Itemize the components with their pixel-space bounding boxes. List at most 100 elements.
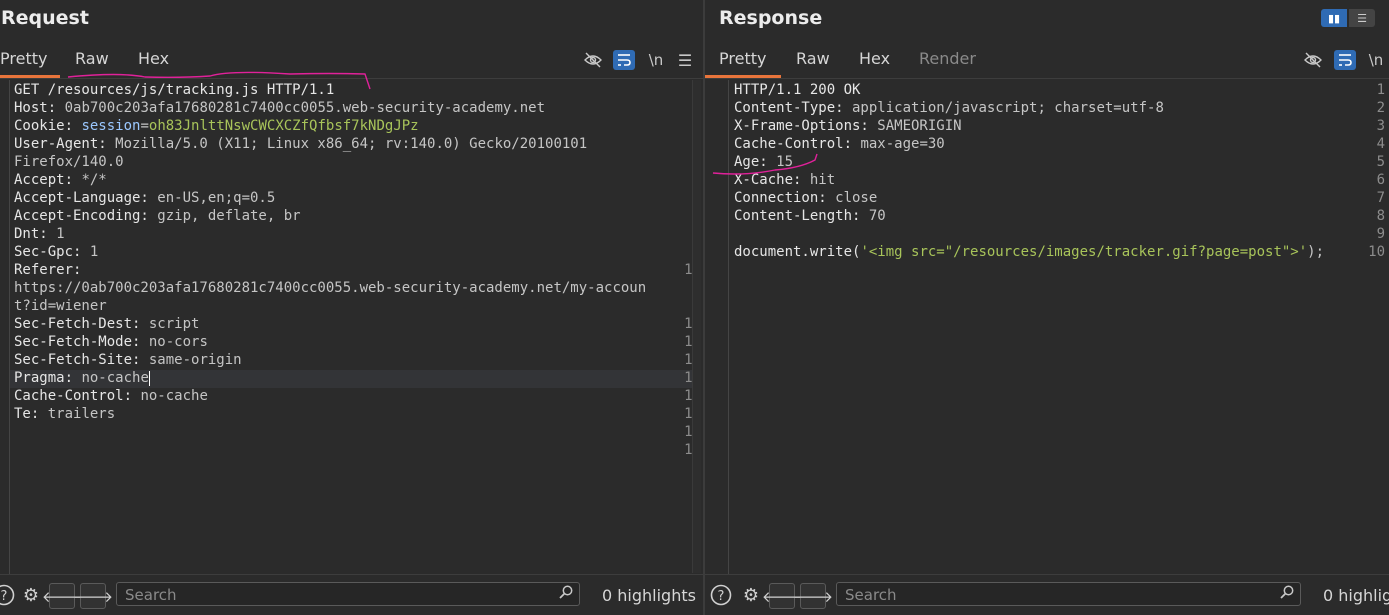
request-tab-hex[interactable]: Hex xyxy=(138,49,169,78)
header-value: no-cache xyxy=(132,388,208,404)
header-name: User-Agent: xyxy=(14,136,107,152)
layout-toggle[interactable]: ▮▮ ☰ xyxy=(1321,9,1377,29)
code-line[interactable]: Cache-Control: max-age=30 xyxy=(734,136,945,152)
header-name: HTTP/1.1 200 OK xyxy=(734,82,861,98)
wrap-lines-icon[interactable] xyxy=(613,50,635,70)
menu-icon[interactable]: ☰ xyxy=(674,50,696,70)
settings-gear-icon[interactable]: ⚙ xyxy=(739,583,763,607)
hide-nonprintable-eye-icon[interactable] xyxy=(1302,50,1324,70)
code-line[interactable]: Sec-Fetch-Dest: script xyxy=(14,316,199,332)
code-line[interactable]: X-Frame-Options: SAMEORIGIN xyxy=(734,118,962,134)
code-line[interactable]: Cookie: session=oh83JnlttNswCWCXCZfQfbsf… xyxy=(14,118,419,134)
header-value: */* xyxy=(73,172,107,188)
request-editor[interactable]: 1GET /resources/js/tracking.js HTTP/1.12… xyxy=(0,80,703,575)
text-cursor xyxy=(148,370,150,386)
code-line[interactable]: Connection: close xyxy=(734,190,877,206)
code-line[interactable]: Sec-Fetch-Site: same-origin xyxy=(14,352,242,368)
header-name: Age: xyxy=(734,154,768,170)
code-line[interactable]: Host: 0ab700c203afa17680281c7400cc0055.w… xyxy=(14,100,545,116)
request-search-field[interactable] xyxy=(116,582,580,606)
code-line[interactable]: Cache-Control: no-cache xyxy=(14,388,208,404)
help-icon[interactable]: ? xyxy=(0,583,16,607)
request-search-bar: ? ⚙ 🡐 🡒 0 highlights xyxy=(0,574,703,615)
header-value: no-cors xyxy=(140,334,208,350)
request-search-input[interactable] xyxy=(123,585,520,605)
code-line[interactable]: GET /resources/js/tracking.js HTTP/1.1 xyxy=(14,82,334,98)
wrap-lines-icon[interactable] xyxy=(1334,50,1356,70)
code-line[interactable]: Sec-Fetch-Mode: no-cors xyxy=(14,334,208,350)
request-title: Request xyxy=(1,7,89,29)
header-value: no-cache xyxy=(73,370,149,386)
header-value: en-US,en;q=0.5 xyxy=(148,190,276,206)
code-line[interactable]: Content-Type: application/javascript; ch… xyxy=(734,100,1164,116)
request-scrollbar[interactable] xyxy=(692,80,701,573)
code-line[interactable]: Age: 15 xyxy=(734,154,793,170)
code-line[interactable]: HTTP/1.1 200 OK xyxy=(734,82,860,98)
header-name: X-Cache: xyxy=(734,172,802,188)
code-line[interactable]: https://0ab700c203afa17680281c7400cc0055… xyxy=(14,280,646,296)
code-line[interactable]: Firefox/140.0 xyxy=(14,154,124,170)
search-icon xyxy=(559,585,573,603)
search-icon xyxy=(1280,585,1294,603)
code-line[interactable]: t?id=wiener xyxy=(14,298,107,314)
header-name: GET /resources/js/tracking.js HTTP/1.1 xyxy=(14,82,335,98)
response-tab-render[interactable]: Render xyxy=(919,49,976,78)
code-line[interactable]: User-Agent: Mozilla/5.0 (X11; Linux x86_… xyxy=(14,136,587,152)
response-pane: Response ▮▮ ☰ Pretty Raw Hex Render \n 1… xyxy=(705,0,1389,615)
code-line[interactable]: Pragma: no-cache xyxy=(14,370,150,386)
response-tabs: Pretty Raw Hex Render \n xyxy=(705,40,1389,79)
code-line[interactable]: Accept: */* xyxy=(14,172,107,188)
header-name: Te: xyxy=(14,406,40,422)
header-name: Pragma: xyxy=(14,370,74,386)
request-tabs: Pretty Raw Hex \n ☰ xyxy=(0,40,703,79)
response-search-input[interactable] xyxy=(843,585,1241,605)
split-vertical-layout-icon[interactable]: ☰ xyxy=(1349,9,1375,27)
previous-match-button[interactable]: 🡐 xyxy=(762,583,802,609)
show-newlines-toggle[interactable]: \n xyxy=(645,50,667,70)
request-tab-pretty[interactable]: Pretty xyxy=(0,49,60,78)
line-number: 3 xyxy=(1376,118,1385,134)
show-newlines-toggle[interactable]: \n xyxy=(1365,50,1387,70)
line-number: 8 xyxy=(1376,208,1385,224)
header-name: Sec-Fetch-Mode: xyxy=(14,334,141,350)
settings-gear-icon[interactable]: ⚙ xyxy=(19,583,43,607)
hide-nonprintable-eye-icon[interactable] xyxy=(582,50,604,70)
header-value: trailers xyxy=(39,406,116,422)
response-tab-hex[interactable]: Hex xyxy=(859,49,890,78)
next-match-button[interactable]: 🡒 xyxy=(73,583,113,609)
response-tab-pretty[interactable]: Pretty xyxy=(705,49,781,78)
header-value: script xyxy=(140,316,200,332)
help-icon[interactable]: ? xyxy=(709,583,733,607)
header-name: Cache-Control: xyxy=(734,136,853,152)
header-name: Cache-Control: xyxy=(14,388,133,404)
code-line[interactable]: document.write('<img src="/resources/ima… xyxy=(734,244,1324,260)
response-editor[interactable]: 1 HTTP/1.1 200 OK 2 Content-Type: applicati… xyxy=(705,80,1389,575)
header-value: Firefox/140.0 xyxy=(14,154,124,170)
request-pane: Request Pretty Raw Hex \n ☰ 1 GET /resour… xyxy=(0,0,703,615)
response-line-gutter xyxy=(705,80,729,575)
request-tab-raw[interactable]: Raw xyxy=(75,49,109,78)
header-name: Sec-Fetch-Dest: xyxy=(14,316,141,332)
split-horizontal-layout-icon[interactable]: ▮▮ xyxy=(1321,9,1347,27)
line-number: 9 xyxy=(1376,226,1385,242)
next-match-button[interactable]: 🡒 xyxy=(793,583,833,609)
code-line[interactable]: Te: trailers xyxy=(14,406,115,422)
svg-text:?: ? xyxy=(1,589,8,604)
line-number: 10 xyxy=(1368,244,1385,260)
code-line[interactable]: Referer: xyxy=(14,262,81,278)
string-literal: '<img src="/resources/images/tracker.gif… xyxy=(860,244,1308,260)
header-value: application/javascript; charset=utf-8 xyxy=(843,100,1164,116)
code-line[interactable]: X-Cache: hit xyxy=(734,172,835,188)
code-line[interactable]: Accept-Encoding: gzip, deflate, br xyxy=(14,208,301,224)
header-name: Cookie: xyxy=(14,118,74,134)
response-search-field[interactable] xyxy=(836,582,1301,606)
response-tab-raw[interactable]: Raw xyxy=(796,49,830,78)
code-line[interactable]: Dnt: 1 xyxy=(14,226,65,242)
previous-match-button[interactable]: 🡐 xyxy=(42,583,82,609)
code-line[interactable]: Sec-Gpc: 1 xyxy=(14,244,98,260)
code-line[interactable]: Accept-Language: en-US,en;q=0.5 xyxy=(14,190,275,206)
header-name: Accept-Encoding: xyxy=(14,208,149,224)
code-line[interactable]: Content-Length: 70 xyxy=(734,208,886,224)
header-name: Content-Type: xyxy=(734,100,844,116)
header-name: Accept-Language: xyxy=(14,190,149,206)
